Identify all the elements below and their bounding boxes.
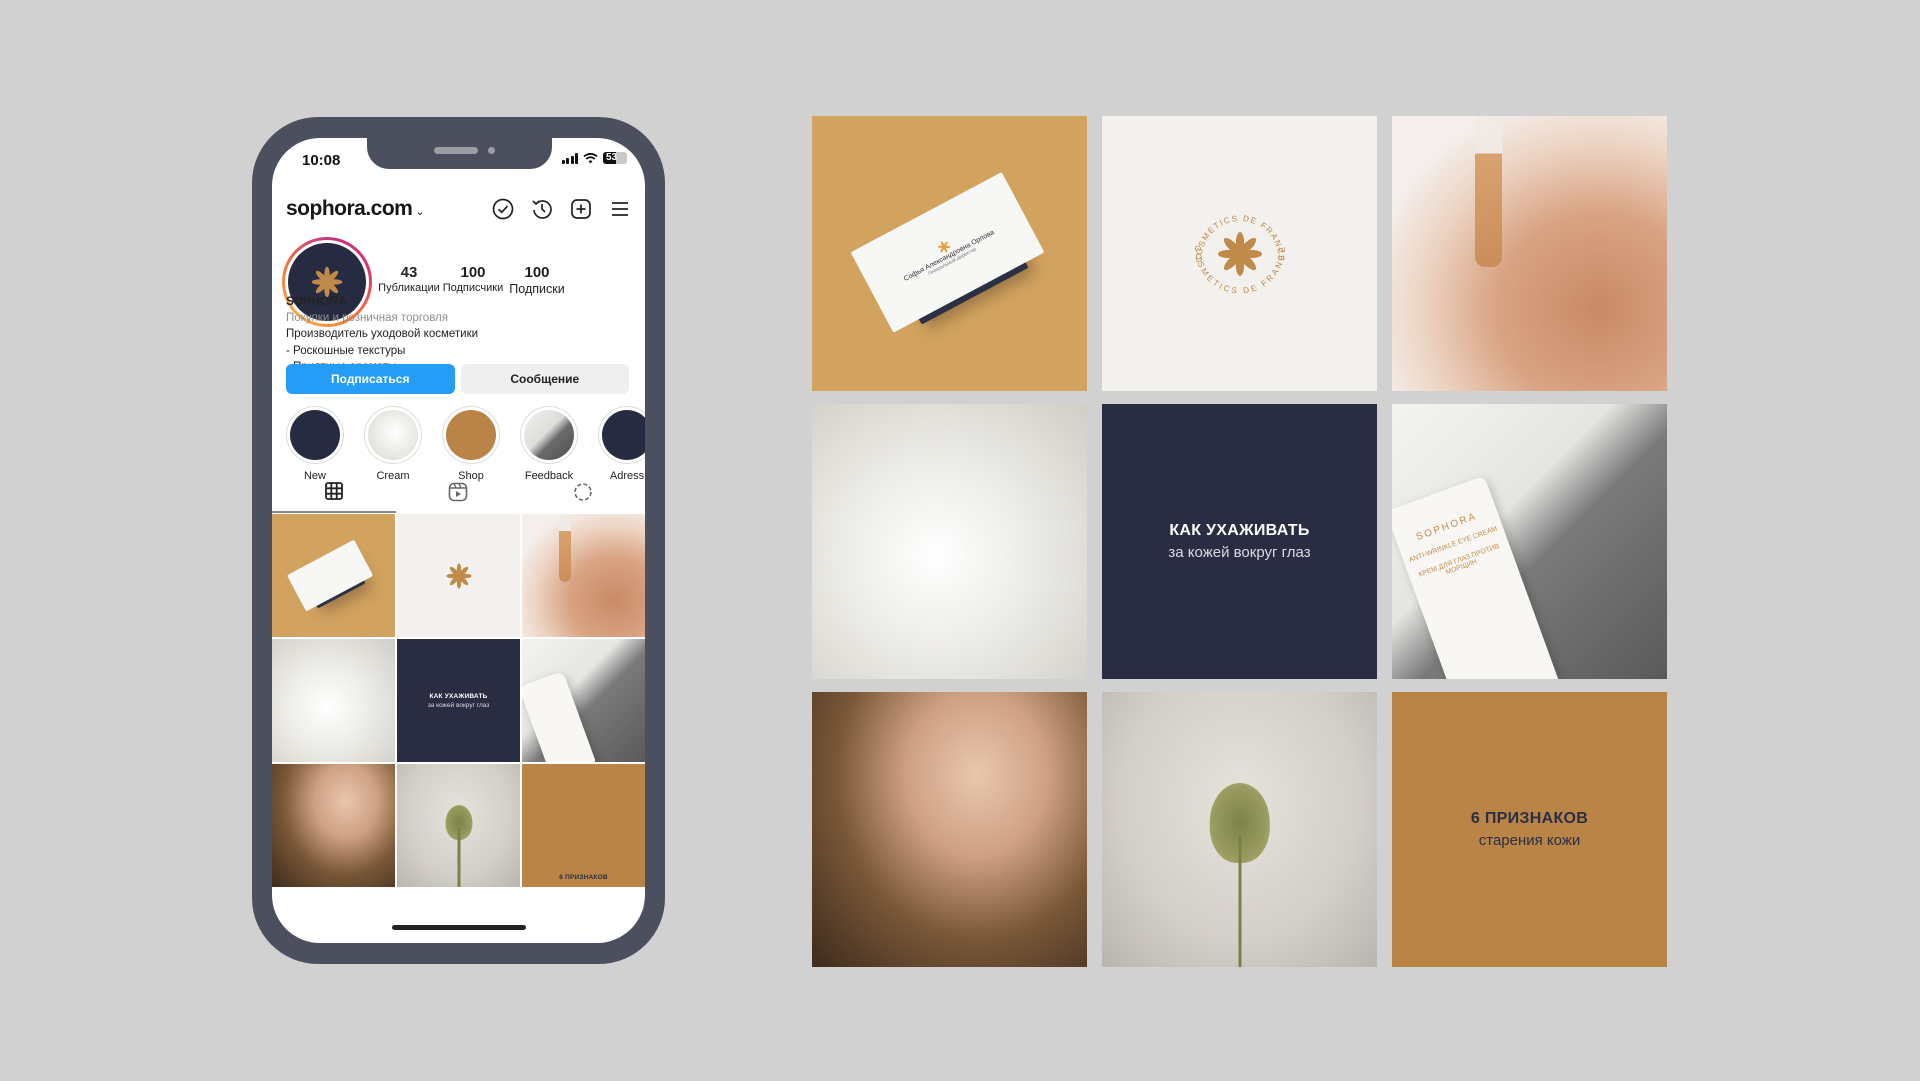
signal-icon: [561, 152, 578, 164]
tube-product-ru: КРЕМ ДЛЯ ГЛАЗ ПРОТИВ МОРЩИН: [1417, 542, 1500, 579]
highlight-cover: [368, 410, 418, 460]
profile-header: sophora.com ⌄: [286, 194, 631, 224]
grid-icon: [325, 482, 344, 500]
history-icon[interactable]: [531, 198, 553, 220]
tile-women-portrait: [812, 692, 1087, 967]
camera: [488, 147, 495, 154]
stat-posts[interactable]: 43 Публикации: [378, 264, 440, 296]
profile-category: Покупки и розничная торговля: [286, 311, 448, 324]
care-title: КАК УХАЖИВАТЬ: [1169, 522, 1310, 539]
tile-care-tip: КАК УХАЖИВАТЬ за кожей вокруг глаз: [1102, 404, 1377, 679]
sophora-logo-icon: [445, 562, 472, 589]
stat-following[interactable]: 100 Подписки: [506, 264, 568, 296]
flower-stem: [1238, 835, 1241, 967]
card-name: Софья Александровна Орлова: [902, 228, 995, 283]
phone-screen: 10:08 53 sophora.com ⌄ 43 Публикации 100…: [272, 138, 645, 943]
bio-line: Производитель уходовой косметики: [286, 328, 479, 340]
post-tile-women[interactable]: [272, 764, 395, 887]
highlight-cover: [290, 410, 340, 460]
wifi-icon: [583, 152, 598, 163]
tab-reels[interactable]: [396, 471, 520, 513]
phone-notch: [367, 138, 552, 169]
post-tile-care[interactable]: КАК УХАЖИВАТЬ за кожей вокруг глаз: [397, 639, 520, 762]
tile-business-card: Софья Александровна Орлова Генеральный д…: [812, 116, 1087, 391]
post-tile-face-serum[interactable]: [522, 514, 645, 637]
tab-tagged[interactable]: [521, 471, 645, 513]
tile-cream-texture: [812, 404, 1087, 679]
post-tile-cream[interactable]: [272, 639, 395, 762]
profile-name: SOPHORA: [286, 294, 347, 308]
post-tile-eye-cream[interactable]: [522, 639, 645, 762]
header-actions: [492, 198, 631, 220]
home-indicator[interactable]: [392, 925, 526, 930]
profile-tabs: [272, 471, 645, 513]
highlight-cover: [524, 410, 574, 460]
message-button[interactable]: Сообщение: [460, 364, 629, 394]
status-time: 10:08: [302, 152, 341, 169]
tile-aging-signs: 6 ПРИЗНАКОВ старения кожи: [1392, 692, 1667, 967]
checkmark-circle-icon[interactable]: [492, 198, 514, 220]
tile-logo: COSMETICS DE FRANCE COSMETICS DE FRANCE: [1102, 116, 1377, 391]
status-icons: 53: [561, 152, 627, 164]
highlight-cover: [602, 410, 645, 460]
signs-title: 6 ПРИЗНАКОВ: [1470, 810, 1589, 827]
care-subtitle: за кожей вокруг глаз: [1168, 544, 1311, 561]
tab-grid[interactable]: [272, 471, 397, 513]
posts-grid: КАК УХАЖИВАТЬ за кожей вокруг глаз 6 ПРИ…: [272, 514, 645, 887]
profile-stats: 43 Публикации 100 Подписчики 100 Подписк…: [378, 264, 568, 296]
battery-level: 53: [606, 152, 618, 163]
post-tile-flower[interactable]: [397, 764, 520, 887]
signs-subtitle: старения кожи: [1478, 832, 1581, 849]
post-tile-business-card[interactable]: [272, 514, 395, 637]
stat-followers[interactable]: 100 Подписчики: [442, 264, 504, 296]
chevron-down-icon[interactable]: ⌄: [415, 205, 424, 218]
phone-mockup: 10:08 53 sophora.com ⌄ 43 Публикации 100…: [252, 117, 665, 964]
tile-eye-cream: SOPHORA ANTI-WRINKLE EYE CREAM КРЕМ ДЛЯ …: [1392, 404, 1667, 679]
profile-actions: Подписаться Сообщение: [286, 364, 629, 394]
post-tile-logo[interactable]: [397, 514, 520, 637]
add-post-icon[interactable]: [570, 198, 592, 220]
bio-line: - Роскошные текстуры: [286, 344, 406, 357]
tile-face-serum: [1392, 116, 1667, 391]
highlight-cover: [446, 410, 496, 460]
battery-icon: 53: [603, 152, 627, 164]
tile-flower: [1102, 692, 1377, 967]
tagged-icon: [574, 483, 592, 501]
menu-icon[interactable]: [609, 198, 631, 220]
profile-username[interactable]: sophora.com: [286, 197, 413, 221]
dropper: [1474, 116, 1502, 268]
reels-icon: [449, 482, 468, 502]
post-tile-signs[interactable]: 6 ПРИЗНАКОВ: [522, 764, 645, 887]
cosmetics-de-france-logo: COSMETICS DE FRANCE COSMETICS DE FRANCE: [1193, 213, 1285, 295]
speaker: [434, 147, 478, 154]
cream-tube: SOPHORA ANTI-WRINKLE EYE CREAM КРЕМ ДЛЯ …: [1392, 475, 1559, 679]
follow-button[interactable]: Подписаться: [286, 364, 455, 394]
feed-preview-grid: Софья Александровна Орлова Генеральный д…: [812, 116, 1667, 967]
